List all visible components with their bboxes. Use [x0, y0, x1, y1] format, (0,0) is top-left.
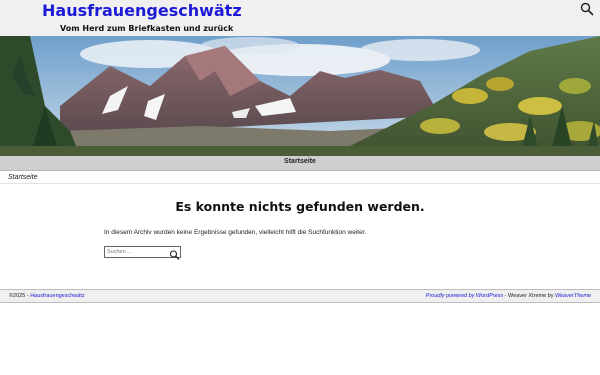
footer-site-link[interactable]: Hausfrauengeschwätz	[30, 293, 84, 299]
search-input[interactable]	[105, 247, 167, 257]
search-icon[interactable]	[580, 2, 594, 16]
site-footer: ©2025 - Hausfrauengeschwätz Proudly powe…	[0, 289, 600, 303]
site-header: Hausfrauengeschwätz Vom Herd zum Briefka…	[0, 0, 600, 36]
theme-text: Weaver Xtreme by	[508, 293, 554, 299]
footer-copyright: ©2025 - Hausfrauengeschwätz	[9, 293, 85, 299]
menu-item-startseite[interactable]: Startseite	[0, 158, 600, 165]
wordpress-link[interactable]: Proudly powered by WordPress	[426, 293, 503, 299]
page: Hausfrauengeschwätz Vom Herd zum Briefka…	[0, 0, 600, 375]
header-banner-image	[0, 36, 600, 156]
footer-separator: -	[504, 293, 507, 299]
search-submit-icon[interactable]	[169, 247, 180, 260]
page-title: Es konnte nichts gefunden werden.	[175, 199, 425, 214]
site-tagline: Vom Herd zum Briefkasten und zurück	[60, 24, 234, 33]
footer-credits: Proudly powered by WordPress - Weaver Xt…	[426, 293, 591, 299]
divider	[0, 183, 600, 184]
weavertheme-link[interactable]: WeaverTheme	[555, 293, 591, 299]
archive-message: In diesem Archiv wurden keine Ergebnisse…	[104, 229, 367, 236]
breadcrumb[interactable]: Startseite	[8, 174, 38, 181]
copyright-text: ©2025 -	[9, 293, 29, 299]
search-form	[104, 246, 181, 260]
site-title-link[interactable]: Hausfrauengeschwätz	[42, 1, 242, 20]
primary-menu: Startseite	[0, 156, 600, 171]
